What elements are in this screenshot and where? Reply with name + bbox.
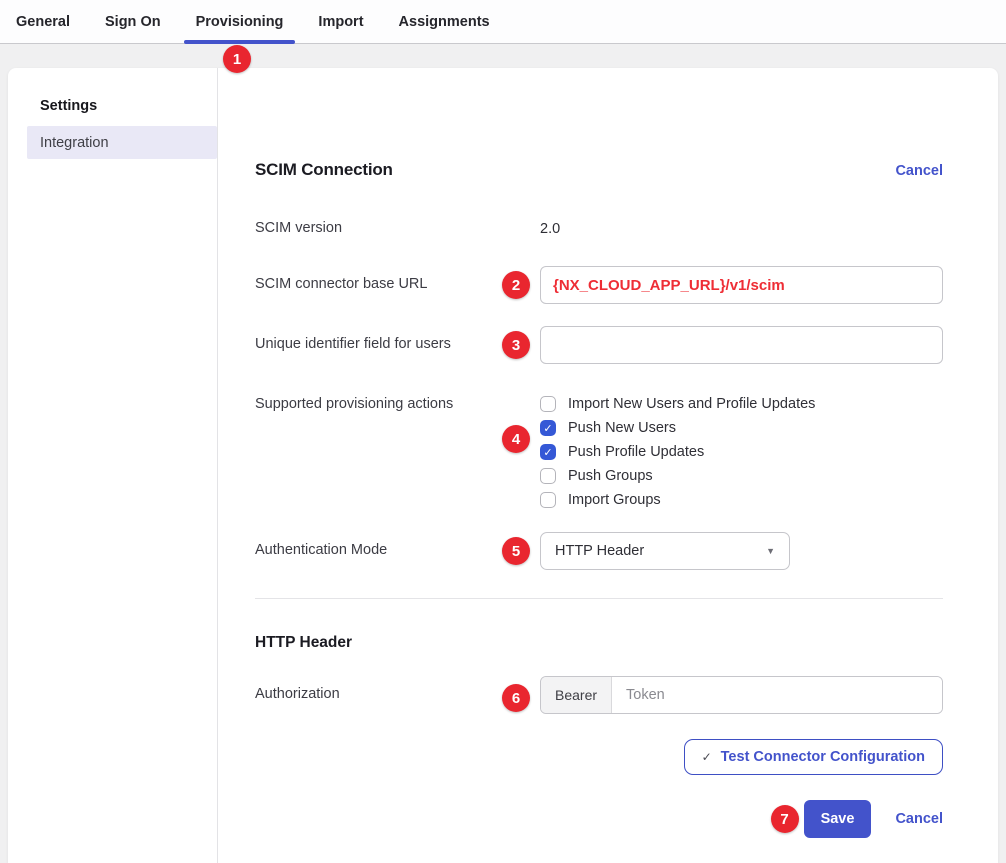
auth-mode-select[interactable]: HTTP Header ▼ [540, 532, 790, 570]
checkbox-option-import-new-users-and-profile-updates[interactable]: Import New Users and Profile Updates [540, 392, 943, 416]
step-badge-5: 5 [502, 537, 530, 565]
panel-header: SCIM Connection Cancel [255, 160, 943, 182]
checkbox-checked-icon[interactable]: ✓ [540, 444, 556, 460]
scim-version-value: 2.0 [540, 221, 560, 237]
checkbox-label: Import Groups [568, 492, 661, 508]
auth-mode-row: Authentication Mode 5 HTTP Header ▼ [255, 532, 943, 570]
provisioning-actions-label: Supported provisioning actions [255, 392, 540, 413]
checkbox-option-import-groups[interactable]: Import Groups [540, 488, 943, 512]
scim-version-label: SCIM version [255, 220, 540, 237]
cancel-link-top[interactable]: Cancel [895, 163, 943, 179]
section-divider [255, 598, 943, 599]
base-url-label: SCIM connector base URL [255, 266, 540, 293]
auth-mode-selected-value: HTTP Header [555, 543, 644, 559]
bearer-prefix: Bearer [541, 677, 612, 713]
scim-connection-panel: SCIM Connection Cancel SCIM version 2.0 … [218, 68, 998, 863]
checkbox-checked-icon[interactable]: ✓ [540, 420, 556, 436]
unique-identifier-row: Unique identifier field for users 3 [255, 326, 943, 364]
sidebar-heading: Settings [40, 98, 217, 114]
authorization-input-group: Bearer [540, 676, 943, 714]
cancel-link-bottom[interactable]: Cancel [895, 811, 943, 827]
test-connector-button-label: Test Connector Configuration [721, 749, 925, 765]
base-url-row: SCIM connector base URL 2 [255, 266, 943, 304]
settings-card: Settings Integration SCIM Connection Can… [8, 68, 998, 863]
checkbox-option-push-profile-updates[interactable]: ✓ Push Profile Updates [540, 440, 943, 464]
sidebar: Settings Integration [8, 68, 218, 863]
checkbox-unchecked-icon[interactable] [540, 468, 556, 484]
step-badge-6: 6 [502, 684, 530, 712]
checkbox-option-push-new-users[interactable]: ✓ Push New Users [540, 416, 943, 440]
provisioning-actions-list: Import New Users and Profile Updates ✓ Pus… [540, 392, 943, 512]
step-badge-3: 3 [502, 331, 530, 359]
test-connector-row: ✓ Test Connector Configuration [255, 739, 943, 775]
checkbox-unchecked-icon[interactable] [540, 396, 556, 412]
tab-assignments[interactable]: Assignments [387, 0, 502, 43]
http-header-section-heading: HTTP Header [255, 634, 943, 651]
checkbox-label: Push New Users [568, 420, 676, 436]
tab-import[interactable]: Import [306, 0, 375, 43]
checkbox-label: Push Groups [568, 468, 653, 484]
unique-identifier-input[interactable] [540, 326, 943, 364]
authorization-row: Authorization 6 Bearer [255, 676, 943, 714]
chevron-down-icon: ▼ [766, 546, 775, 556]
sidebar-items: Integration [8, 126, 217, 159]
base-url-input[interactable] [540, 266, 943, 304]
provisioning-actions-row: Supported provisioning actions 4 Import … [255, 392, 943, 512]
checkbox-label: Push Profile Updates [568, 444, 704, 460]
scim-version-row: SCIM version 2.0 [255, 220, 943, 237]
unique-identifier-label: Unique identifier field for users [255, 326, 540, 353]
tab-provisioning[interactable]: Provisioning [184, 0, 296, 43]
step-badge-4: 4 [502, 425, 530, 453]
token-input[interactable] [612, 677, 942, 713]
checkbox-option-push-groups[interactable]: Push Groups [540, 464, 943, 488]
app-tabbar: General Sign On ProvisioningImport Assignme… [0, 0, 1006, 44]
check-icon: ✓ [702, 750, 712, 764]
page: General Sign On ProvisioningImport Assignme… [0, 0, 1006, 863]
save-button[interactable]: Save [804, 800, 872, 838]
tabs-nav: General Sign On ProvisioningImport Assignme… [0, 0, 1006, 43]
sidebar-item-integration[interactable]: Integration [27, 126, 217, 159]
test-connector-button[interactable]: ✓ Test Connector Configuration [684, 739, 943, 775]
checkbox-label: Import New Users and Profile Updates [568, 396, 815, 412]
authorization-label: Authorization [255, 676, 540, 703]
save-row: 7 Save Cancel [255, 800, 943, 838]
auth-mode-label: Authentication Mode [255, 532, 540, 559]
tab-general[interactable]: General [4, 0, 82, 43]
panel-title: SCIM Connection [255, 160, 393, 180]
tab-sign-on[interactable]: Sign On [93, 0, 173, 43]
step-badge-7: 7 [771, 805, 799, 833]
checkbox-unchecked-icon[interactable] [540, 492, 556, 508]
step-badge-2: 2 [502, 271, 530, 299]
step-badge-1: 1 [223, 45, 251, 73]
